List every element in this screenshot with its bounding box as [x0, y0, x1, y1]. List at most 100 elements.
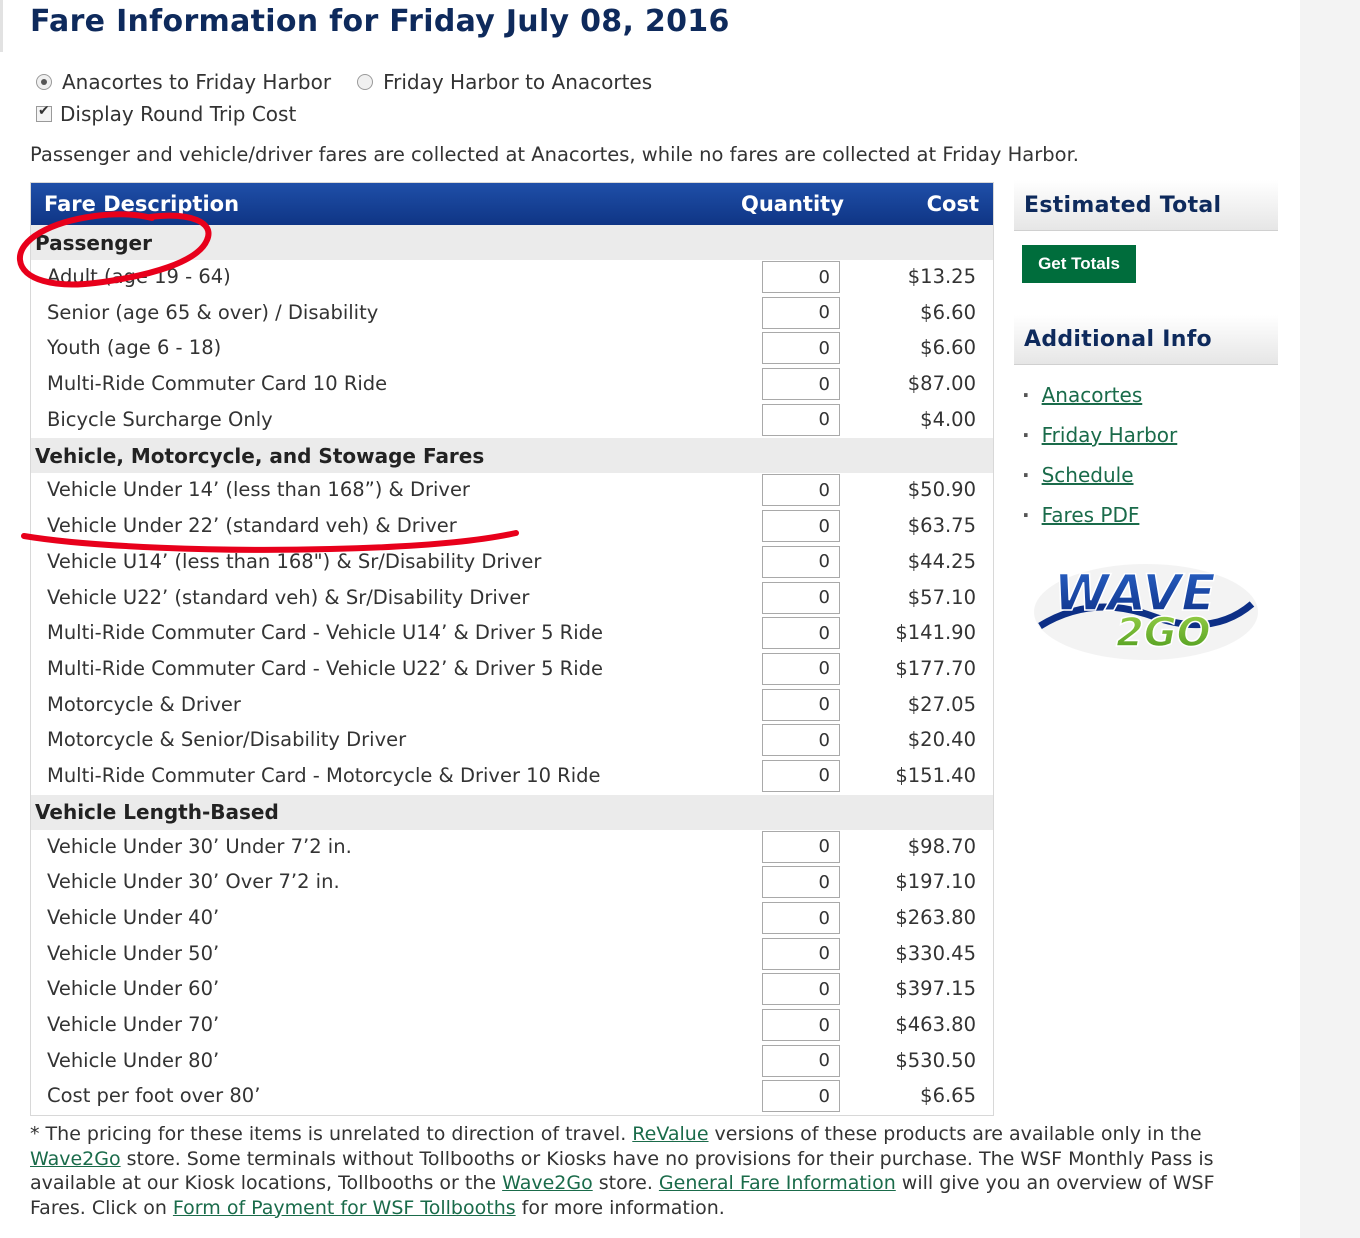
quantity-input[interactable]	[762, 652, 840, 685]
link-schedule[interactable]: Schedule	[1042, 463, 1134, 487]
quantity-input[interactable]	[762, 1044, 840, 1077]
fare-description: Vehicle Under 60’	[47, 977, 220, 1001]
fare-description: Vehicle Under 30’ Over 7’2 in.	[47, 870, 340, 894]
fare-collection-note: Passenger and vehicle/driver fares are c…	[30, 143, 1079, 166]
fare-row: Vehicle Under 80’ $530.50	[31, 1044, 993, 1080]
fare-description: Cost per foot over 80’	[47, 1084, 261, 1108]
fare-cost: $6.65	[920, 1084, 976, 1108]
footnote-text: store.	[592, 1172, 659, 1194]
fare-description: Multi-Ride Commuter Card - Vehicle U14’ …	[47, 621, 604, 645]
fare-row: Vehicle U22’ (standard veh) & Sr/Disabil…	[31, 581, 993, 617]
quantity-input[interactable]	[762, 296, 840, 329]
round-trip-label: Display Round Trip Cost	[60, 102, 297, 126]
direction-label: Friday Harbor to Anacortes	[383, 70, 653, 94]
fare-row: Vehicle Under 14’ (less than 168”) & Dri…	[31, 473, 993, 509]
additional-info-heading: Additional Info	[1014, 315, 1278, 365]
quantity-input[interactable]	[762, 688, 840, 721]
fare-row: Senior (age 65 & over) / Disability $6.60	[31, 296, 993, 332]
fare-cost: $6.60	[920, 336, 976, 360]
quantity-input[interactable]	[762, 403, 840, 436]
quantity-input[interactable]	[762, 617, 840, 650]
fare-row: Vehicle Under 40’ $263.80	[31, 901, 993, 937]
direction-option-friday-harbor-to-anacortes[interactable]: Friday Harbor to Anacortes	[357, 70, 652, 94]
fare-row: Multi-Ride Commuter Card 10 Ride $87.00	[31, 367, 993, 403]
quantity-input[interactable]	[762, 261, 840, 293]
section-header: Vehicle, Motorcycle, and Stowage Fares	[31, 438, 993, 474]
quantity-input[interactable]	[762, 902, 840, 934]
fare-cost: $6.60	[920, 300, 976, 324]
right-gutter	[1300, 0, 1360, 1238]
quantity-input[interactable]	[762, 510, 840, 543]
link-wave2go-store-2[interactable]: Wave2Go	[502, 1172, 593, 1194]
fare-table-header: Fare Description Quantity Cost	[31, 183, 993, 225]
fare-description: Senior (age 65 & over) / Disability	[47, 300, 379, 324]
quantity-input[interactable]	[762, 545, 840, 578]
quantity-input[interactable]	[762, 1009, 840, 1042]
get-totals-button[interactable]: Get Totals	[1022, 245, 1136, 283]
fare-cost: $463.80	[895, 1013, 976, 1037]
fare-description: Vehicle Under 50’	[47, 941, 220, 965]
link-friday-harbor[interactable]: Friday Harbor	[1042, 423, 1178, 447]
quantity-input[interactable]	[762, 830, 840, 863]
direction-option-anacortes-to-friday-harbor[interactable]: Anacortes to Friday Harbor	[36, 70, 331, 94]
quantity-input[interactable]	[762, 759, 840, 792]
link-anacortes[interactable]: Anacortes	[1042, 383, 1143, 407]
fare-cost: $20.40	[907, 728, 976, 752]
fare-cost: $13.25	[907, 265, 976, 288]
link-item-anacortes: Anacortes	[1022, 375, 1177, 415]
fare-row: Cost per foot over 80’ $6.65	[31, 1079, 993, 1115]
radio-friday-harbor-to-anacortes[interactable]	[357, 74, 374, 90]
quantity-input[interactable]	[762, 973, 840, 1006]
direction-label: Anacortes to Friday Harbor	[62, 70, 332, 94]
round-trip-checkbox[interactable]	[36, 103, 52, 122]
page-title: Fare Information for Friday July 08, 201…	[30, 4, 730, 39]
fare-description: Multi-Ride Commuter Card - Motorcycle & …	[47, 763, 601, 787]
quantity-input[interactable]	[762, 937, 840, 970]
fare-cost: $27.05	[907, 692, 976, 716]
link-wave2go-store[interactable]: Wave2Go	[30, 1148, 121, 1170]
fare-row: Multi-Ride Commuter Card - Motorcycle & …	[31, 759, 993, 795]
link-fares-pdf[interactable]: Fares PDF	[1042, 503, 1140, 527]
link-revalue[interactable]: ReValue	[632, 1123, 708, 1145]
additional-info-links: Anacortes Friday Harbor Schedule Fares P…	[1022, 375, 1178, 535]
fare-row: Motorcycle & Senior/Disability Driver $20…	[31, 723, 993, 759]
quantity-input[interactable]	[762, 474, 840, 507]
fare-row: Vehicle Under 60’ $397.15	[31, 972, 993, 1008]
fare-cost: $197.10	[895, 870, 976, 894]
footnote-text: for more information.	[515, 1196, 725, 1219]
quantity-input[interactable]	[762, 332, 840, 365]
fare-row: Motorcycle & Driver $27.05	[31, 688, 993, 724]
quantity-input[interactable]	[762, 724, 840, 757]
fare-row: Vehicle U14’ (less than 168") & Sr/Disab…	[31, 545, 993, 581]
quantity-input[interactable]	[762, 866, 840, 899]
fare-description: Youth (age 6 - 18)	[47, 336, 222, 360]
section-header: Vehicle Length-Based	[31, 794, 993, 830]
link-form-of-payment[interactable]: Form of Payment for WSF Tollbooths	[173, 1197, 516, 1219]
quantity-input[interactable]	[762, 581, 840, 614]
fare-cost: $63.75	[907, 514, 976, 538]
header-fare-description: Fare Description	[44, 192, 240, 216]
fare-description: Vehicle Under 30’ Under 7’2 in.	[47, 834, 352, 858]
fare-description: Vehicle Under 22’ (standard veh) & Drive…	[47, 514, 457, 538]
fare-row: Vehicle Under 22’ (standard veh) & Drive…	[31, 509, 993, 545]
fare-row: Bicycle Surcharge Only $4.00	[31, 403, 993, 439]
fare-cost: $330.45	[895, 941, 976, 965]
quantity-input[interactable]	[762, 1080, 840, 1113]
fare-description: Vehicle Under 14’ (less than 168”) & Dri…	[47, 478, 470, 502]
wave2go-logo[interactable]: WAVE 2GO	[1032, 554, 1260, 664]
fare-cost: $530.50	[895, 1048, 976, 1072]
quantity-input[interactable]	[762, 368, 840, 401]
link-item-friday-harbor: Friday Harbor	[1022, 415, 1178, 455]
left-edge-mark	[0, 0, 3, 52]
header-cost: Cost	[926, 192, 979, 216]
link-general-fare-information[interactable]: General Fare Information	[659, 1172, 896, 1194]
header-quantity: Quantity	[741, 192, 844, 216]
radio-anacortes-to-friday-harbor[interactable]	[36, 74, 52, 90]
sidebar: Estimated Total Get Totals Additional In…	[1014, 180, 1278, 660]
fare-description: Motorcycle & Senior/Disability Driver	[47, 728, 407, 752]
fare-row: Youth (age 6 - 18) $6.60	[31, 331, 993, 367]
fare-cost: $98.70	[907, 834, 976, 858]
fare-description: Vehicle U22’ (standard veh) & Sr/Disabil…	[47, 585, 530, 609]
fare-cost: $87.00	[907, 372, 976, 396]
round-trip-toggle[interactable]: Display Round Trip Cost	[36, 102, 296, 126]
